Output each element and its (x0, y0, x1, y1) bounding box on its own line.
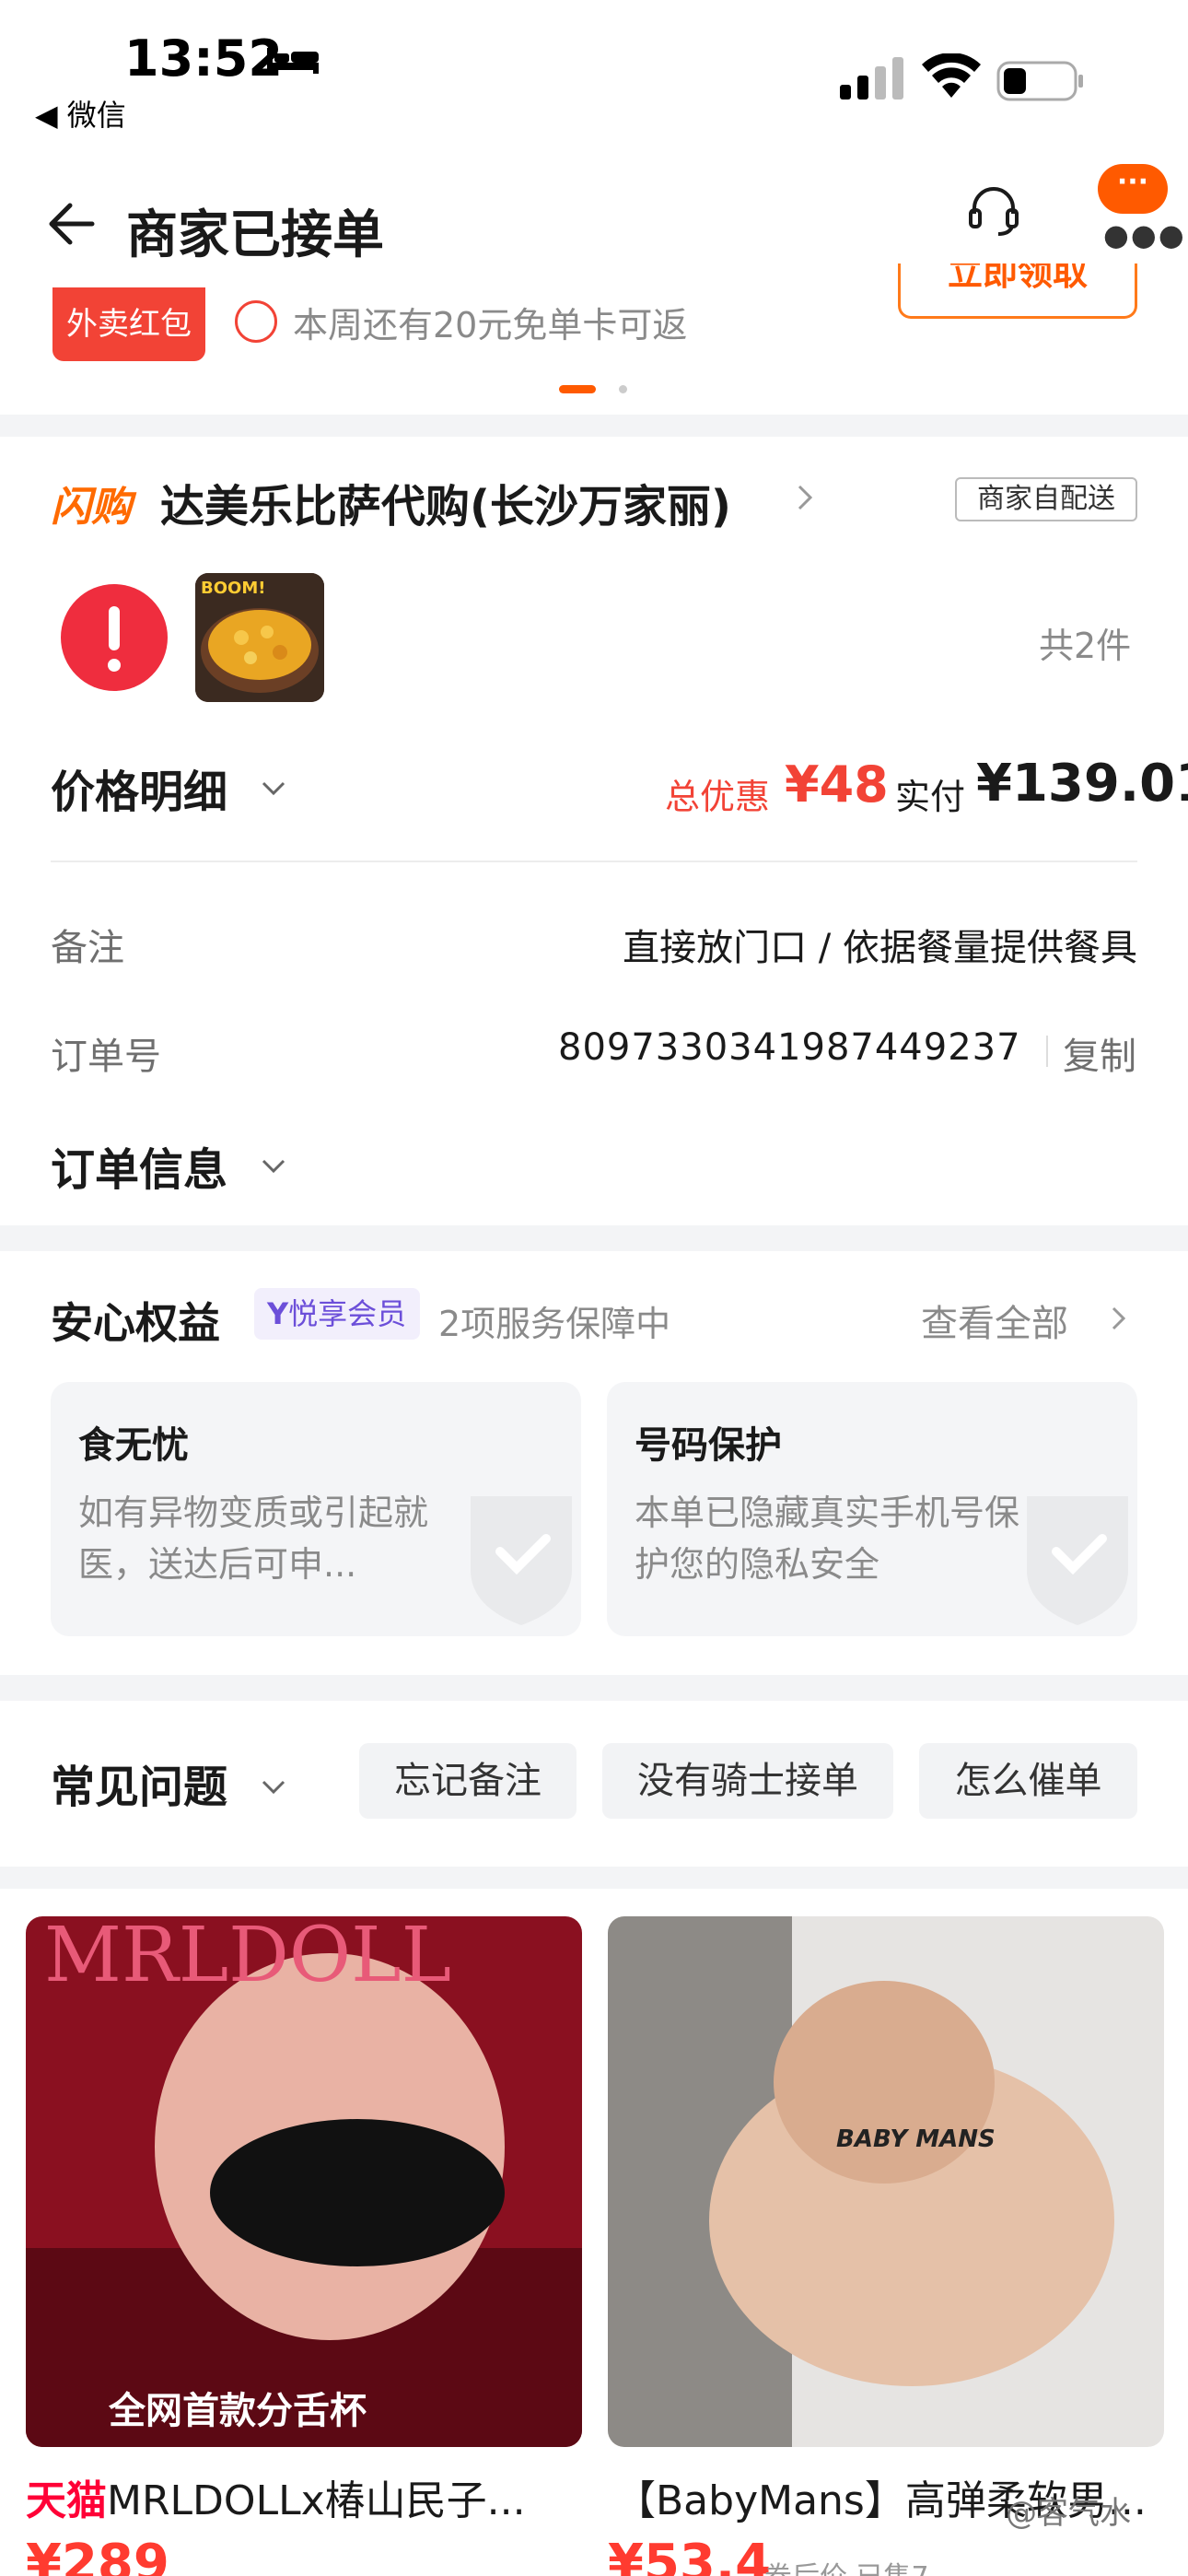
order-card: 闪购 达美乐比萨代购(长沙万家丽) 商家自配送 BOOM! 共2件 价格明细 总… (0, 437, 1188, 1225)
paid-label: 实付 (895, 777, 966, 817)
benefits-section: 安心权益 Y悦享会员 2项服务保障中 查看全部 食无忧 如有异物变质或引起就医，… (0, 1251, 1188, 1675)
product-image-caption: 全网首款分舌杯 (108, 2389, 367, 2432)
order-number-label: 订单号 (51, 1036, 161, 1078)
faq-chip[interactable]: 没有骑士接单 (602, 1743, 893, 1819)
faq-title[interactable]: 常见问题 (51, 1751, 227, 1815)
product-title[interactable]: 天猫MRLDOLLx椿山民子... (26, 2467, 526, 2526)
product-title-text: MRLDOLLx椿山民子... (107, 2477, 526, 2524)
discount-value: ¥48 (785, 755, 889, 814)
order-info-toggle[interactable]: 订单信息 (51, 1133, 227, 1198)
chevron-right-icon[interactable] (1109, 1305, 1129, 1332)
sleep-focus-icon (267, 48, 319, 74)
item-count: 共2件 (1039, 626, 1132, 666)
tmall-tag: 天猫 (26, 2477, 107, 2524)
battery-icon (996, 61, 1083, 101)
shield-check-icon (1027, 1496, 1128, 1625)
remark-value: 直接放门口 / 依据餐量提供餐具 (623, 927, 1137, 969)
faq-chip[interactable]: 怎么催单 (919, 1743, 1137, 1819)
promo-tag: 外卖红包 (52, 287, 205, 361)
header: 商家已接单 客服 ··· ●●● (0, 157, 1188, 307)
wifi-icon (922, 53, 981, 98)
member-v-icon: Y (267, 1296, 289, 1331)
section-gap (0, 1675, 1188, 1701)
promo-text: 本周还有20元免单卡可返 (293, 305, 688, 345)
back-to-wechat-link[interactable]: ◀ 微信 (35, 92, 126, 135)
product-price-note: 券后价 已售7 (764, 2554, 929, 2576)
shield-check-icon (471, 1496, 572, 1625)
discount-label: 总优惠 (665, 777, 771, 817)
chevron-down-icon[interactable] (260, 1157, 287, 1176)
product-image[interactable]: BABY MANS (608, 1916, 1164, 2447)
carousel-dot[interactable] (619, 385, 627, 393)
product-price: ¥53.4 (608, 2534, 772, 2576)
claim-button[interactable]: 立即领取 (898, 263, 1137, 319)
chevron-right-icon[interactable] (794, 483, 816, 512)
product-price: ¥289 (26, 2534, 169, 2576)
pizza-image[interactable]: BOOM! (195, 573, 324, 702)
copy-button[interactable]: 复制 (1063, 1026, 1136, 1080)
product-image-brand: MRLDOLL (44, 1916, 451, 1999)
store-name[interactable]: 达美乐比萨代购(长沙万家丽) (160, 470, 731, 534)
status-time: 13:52 (124, 29, 283, 88)
back-arrow-icon[interactable] (46, 198, 98, 250)
member-badge: Y悦享会员 (254, 1288, 420, 1340)
view-all-link[interactable]: 查看全部 (921, 1294, 1068, 1347)
section-gap (0, 415, 1188, 437)
svg-text:BOOM!: BOOM! (201, 579, 265, 598)
flash-buy-tag: 闪购 (51, 484, 132, 531)
benefit-card-food[interactable]: 食无忧 如有异物变质或引起就医，送达后可申... (51, 1382, 581, 1636)
product-image-brand: BABY MANS (836, 2125, 996, 2153)
benefits-title: 安心权益 (51, 1298, 220, 1348)
headset-icon (969, 187, 1019, 236)
benefit-card-desc: 如有异物变质或引起就医，送达后可申... (78, 1493, 429, 1585)
more-bubble: ··· (1098, 164, 1168, 214)
benefits-subtitle: 2项服务保障中 (438, 1304, 671, 1344)
cellular-signal-icon (840, 57, 903, 100)
promo-checkbox[interactable] (235, 300, 277, 343)
recommended-products: MRLDOLL 全网首款分舌杯 BABY MANS 天猫MRLDOLLx椿山民子… (0, 1889, 1188, 2576)
faq-section: 常见问题 忘记备注 没有骑士接单 怎么催单 (0, 1701, 1188, 1867)
faq-chip[interactable]: 忘记备注 (359, 1743, 577, 1819)
remark-label: 备注 (51, 927, 124, 969)
benefit-card-phone[interactable]: 号码保护 本单已隐藏真实手机号保护您的隐私安全 (607, 1382, 1137, 1636)
divider (51, 861, 1137, 862)
promo-strip: 外卖红包 本周还有20元免单卡可返 立即领取 (0, 263, 1188, 415)
more-dots-icon: ●●● (1103, 217, 1186, 252)
section-gap (0, 1867, 1188, 1889)
benefit-card-title: 号码保护 (635, 1424, 782, 1467)
copy-separator (1046, 1036, 1048, 1067)
benefit-card-title: 食无忧 (78, 1424, 189, 1467)
section-gap (0, 1225, 1188, 1251)
product-image[interactable]: MRLDOLL 全网首款分舌杯 (26, 1916, 582, 2447)
chevron-down-icon[interactable] (260, 779, 287, 798)
paid-value: ¥139.01 (976, 754, 1188, 814)
page-title: 商家已接单 (126, 205, 384, 265)
more-button[interactable]: ··· ●●● (1098, 164, 1184, 252)
member-badge-label: 悦享会员 (288, 1296, 407, 1331)
delivery-badge: 商家自配送 (955, 477, 1137, 521)
alert-icon (61, 584, 168, 691)
status-bar: 13:52 ◀ 微信 (0, 0, 1188, 138)
watermark: @客气水 (1006, 2495, 1131, 2532)
price-detail-toggle[interactable]: 价格明细 (51, 755, 227, 820)
order-number-value: 8097330341987449237 (558, 1026, 1021, 1069)
carousel-dot-active[interactable] (559, 385, 596, 393)
chevron-down-icon[interactable] (260, 1778, 287, 1797)
benefit-card-desc: 本单已隐藏真实手机号保护您的隐私安全 (635, 1493, 1020, 1585)
